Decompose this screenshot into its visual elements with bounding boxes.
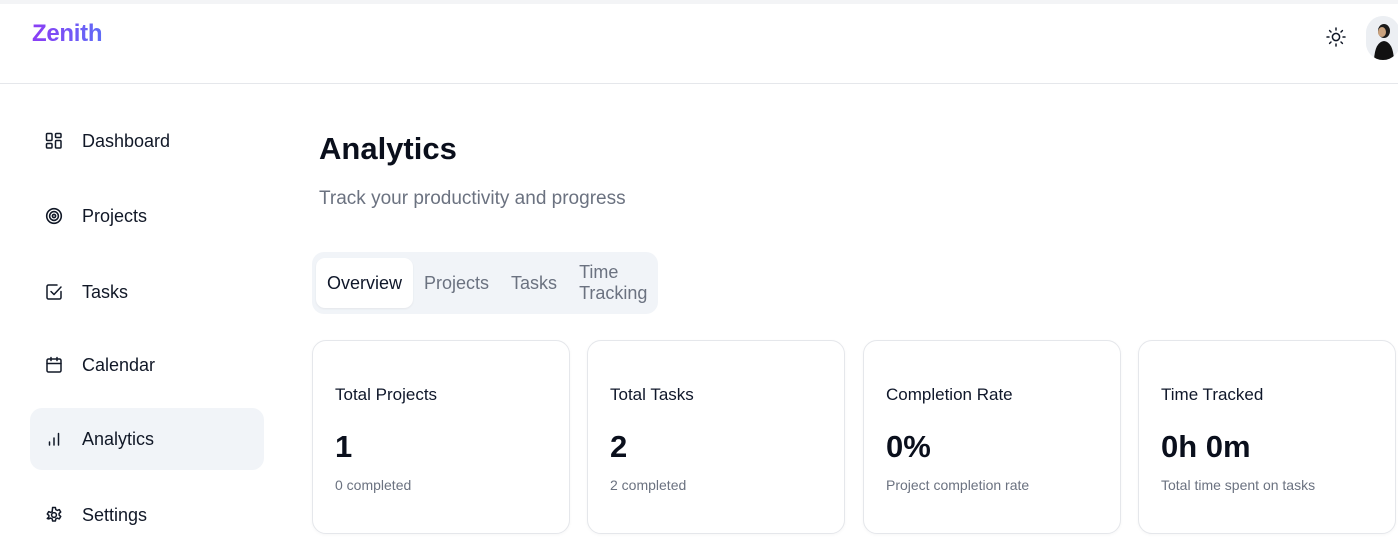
sidebar-item-analytics[interactable]: Analytics: [30, 408, 264, 470]
sidebar-item-tasks[interactable]: Tasks: [30, 261, 264, 323]
top-bar: Zenith: [0, 0, 1398, 84]
card-value: 0h 0m: [1161, 429, 1251, 464]
card-title: Completion Rate: [886, 385, 1013, 404]
card-title: Time Tracked: [1161, 385, 1264, 404]
sidebar-item-label: Calendar: [82, 354, 156, 375]
card-subtext: Total time spent on tasks: [1161, 477, 1316, 493]
sun-icon[interactable]: [1325, 26, 1347, 48]
stat-card-total-projects: Total Projects 1 0 completed: [312, 340, 570, 534]
card-title: Total Projects: [335, 385, 438, 404]
stat-card-total-tasks: Total Tasks 2 2 completed: [587, 340, 845, 534]
page-title: Analytics: [319, 131, 457, 166]
tab-projects[interactable]: Projects: [413, 258, 500, 308]
gear-icon: [44, 505, 64, 525]
main-content: Analytics Track your productivity and pr…: [312, 84, 1398, 556]
sidebar-item-label: Analytics: [82, 428, 155, 449]
page-subtitle: Track your productivity and progress: [319, 188, 626, 209]
stat-card-completion-rate: Completion Rate 0% Project completion ra…: [863, 340, 1121, 534]
sidebar-item-settings[interactable]: Settings: [30, 484, 264, 546]
app-logo[interactable]: Zenith: [32, 20, 103, 48]
sidebar-item-projects[interactable]: Projects: [30, 185, 264, 247]
card-value: 2: [610, 429, 628, 464]
stat-card-time-tracked: Time Tracked 0h 0m Total time spent on t…: [1138, 340, 1396, 534]
card-value: 1: [335, 429, 353, 464]
dashboard-icon: [44, 131, 64, 151]
tab-overview[interactable]: Overview: [316, 258, 414, 308]
card-subtext: 2 completed: [610, 477, 687, 493]
target-icon: [44, 206, 64, 226]
sidebar-item-dashboard[interactable]: Dashboard: [30, 110, 264, 172]
tab-time-tracking[interactable]: Time Tracking: [568, 258, 658, 308]
sidebar-item-label: Settings: [82, 504, 148, 525]
card-value: 0%: [886, 429, 931, 464]
checkbox-icon: [44, 282, 64, 302]
sidebar-item-label: Tasks: [82, 281, 129, 302]
card-subtext: Project completion rate: [886, 477, 1030, 493]
tab-tasks[interactable]: Tasks: [500, 258, 568, 308]
card-subtext: 0 completed: [335, 477, 412, 493]
sidebar-item-label: Projects: [82, 205, 148, 226]
calendar-icon: [44, 355, 64, 375]
sidebar-item-calendar[interactable]: Calendar: [30, 334, 264, 396]
user-avatar[interactable]: [1366, 16, 1398, 60]
card-title: Total Tasks: [610, 385, 694, 404]
analytics-tabs: Overview Projects Tasks Time Tracking: [312, 252, 658, 314]
sidebar: Dashboard Projects Tasks Calendar Analyt…: [0, 84, 290, 556]
sidebar-item-label: Dashboard: [82, 130, 171, 151]
bar-chart-icon: [44, 429, 64, 449]
